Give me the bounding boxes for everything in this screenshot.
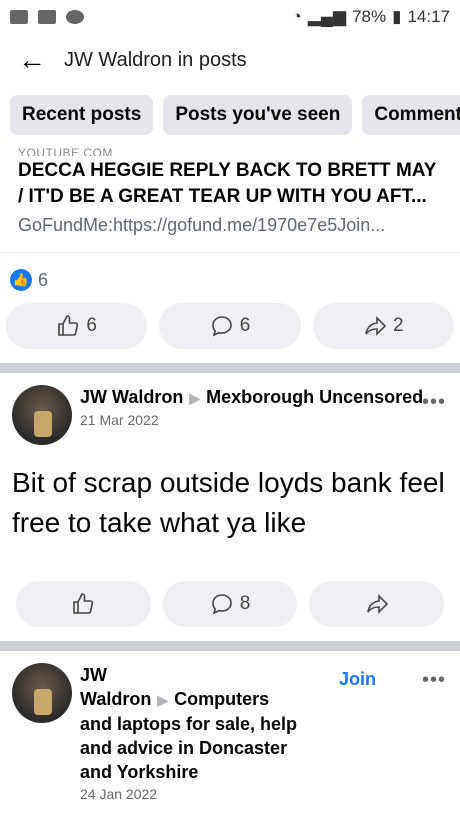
post-divider [0, 363, 460, 373]
battery-percent: 78% [352, 7, 387, 26]
link-source: YOUTUBE.COM [18, 146, 113, 156]
chip-comments[interactable]: Comment [362, 95, 460, 135]
chip-posts-youve-seen[interactable]: Posts you've seen [163, 95, 353, 135]
link-post: YOUTUBE.COM DECCA HEGGIE REPLY BACK TO B… [0, 144, 460, 363]
status-bar: ◔ ▂▄▆ 78% ▮ 14:17 [0, 0, 460, 34]
action-row: 8 [10, 573, 450, 641]
reaction-count: 6 [38, 269, 49, 290]
post-author-line: JW Waldron ▶ Mexborough Uncensored [80, 385, 450, 410]
more-options-icon[interactable]: ••• [422, 391, 446, 414]
avatar[interactable] [12, 663, 72, 723]
post-divider [0, 641, 460, 651]
comment-button[interactable]: 6 [159, 303, 301, 349]
filter-chips: Recent posts Posts you've seen Comment [0, 86, 460, 144]
avatar[interactable] [12, 385, 72, 445]
status-right: ◔ ▂▄▆ 78% ▮ 14:17 [292, 7, 450, 27]
wifi-icon: ◔ [291, 7, 302, 26]
back-arrow-icon[interactable]: ← [18, 46, 46, 74]
comment-icon [211, 594, 232, 615]
status-left-icons [10, 10, 84, 24]
post-header: JW Waldron ▶ Computers and laptops for sal… [80, 663, 300, 802]
comment-count: 6 [239, 315, 251, 336]
reaction-summary[interactable]: 👍 6 [0, 252, 460, 295]
share-button[interactable] [309, 581, 445, 627]
action-row: 6 6 2 [0, 295, 460, 363]
post-card: JW Waldron ▶ Computers and laptops for sal… [0, 651, 460, 802]
author-name[interactable]: JW Waldron [80, 665, 151, 709]
app-notification-icon [66, 10, 84, 24]
link-description[interactable]: GoFundMe:https://gofund.me/1970e7e5Join.… [0, 210, 460, 238]
page-title: JW Waldron in posts [64, 48, 247, 71]
clock: 14:17 [407, 7, 450, 26]
thumbs-up-icon [73, 593, 94, 614]
chip-recent-posts[interactable]: Recent posts [10, 95, 154, 135]
share-icon [366, 594, 388, 614]
share-icon [365, 316, 387, 336]
post-author-line: JW Waldron ▶ Computers and laptops for sal… [80, 663, 300, 784]
link-title[interactable]: DECCA HEGGIE REPLY BACK TO BRETT MAY / I… [0, 158, 460, 210]
sms-icon [38, 10, 56, 24]
cell-signal-icon: ▂▄▆ [307, 7, 347, 26]
post-header: JW Waldron ▶ Mexborough Uncensored 21 Mar … [80, 385, 450, 449]
top-bar: ← JW Waldron in posts [0, 34, 460, 86]
comment-icon [211, 316, 232, 337]
share-button[interactable]: 2 [312, 303, 454, 349]
join-button[interactable]: Join [339, 669, 376, 690]
post-date[interactable]: 24 Jan 2022 [80, 786, 300, 802]
comment-button[interactable]: 8 [162, 581, 298, 627]
arrow-right-icon: ▶ [157, 692, 169, 708]
like-badge-icon: 👍 [10, 269, 32, 291]
share-count: 2 [393, 315, 404, 336]
more-options-icon[interactable]: ••• [422, 669, 446, 692]
signal-icon [10, 10, 28, 24]
like-button[interactable] [16, 581, 151, 627]
arrow-right-icon: ▶ [189, 390, 201, 406]
post-card: JW Waldron ▶ Mexborough Uncensored 21 Mar … [0, 373, 460, 641]
thumbs-up-icon [58, 315, 79, 336]
post-date[interactable]: 21 Mar 2022 [80, 412, 450, 428]
like-button[interactable]: 6 [6, 303, 148, 349]
author-name[interactable]: JW Waldron [80, 387, 183, 407]
battery-icon: ▮ [392, 7, 402, 26]
like-count: 6 [86, 315, 97, 336]
post-text: Bit of scrap outside loyds bank feel fre… [12, 467, 445, 538]
comment-count: 8 [239, 593, 251, 614]
group-name[interactable]: Mexborough Uncensored [206, 387, 423, 407]
